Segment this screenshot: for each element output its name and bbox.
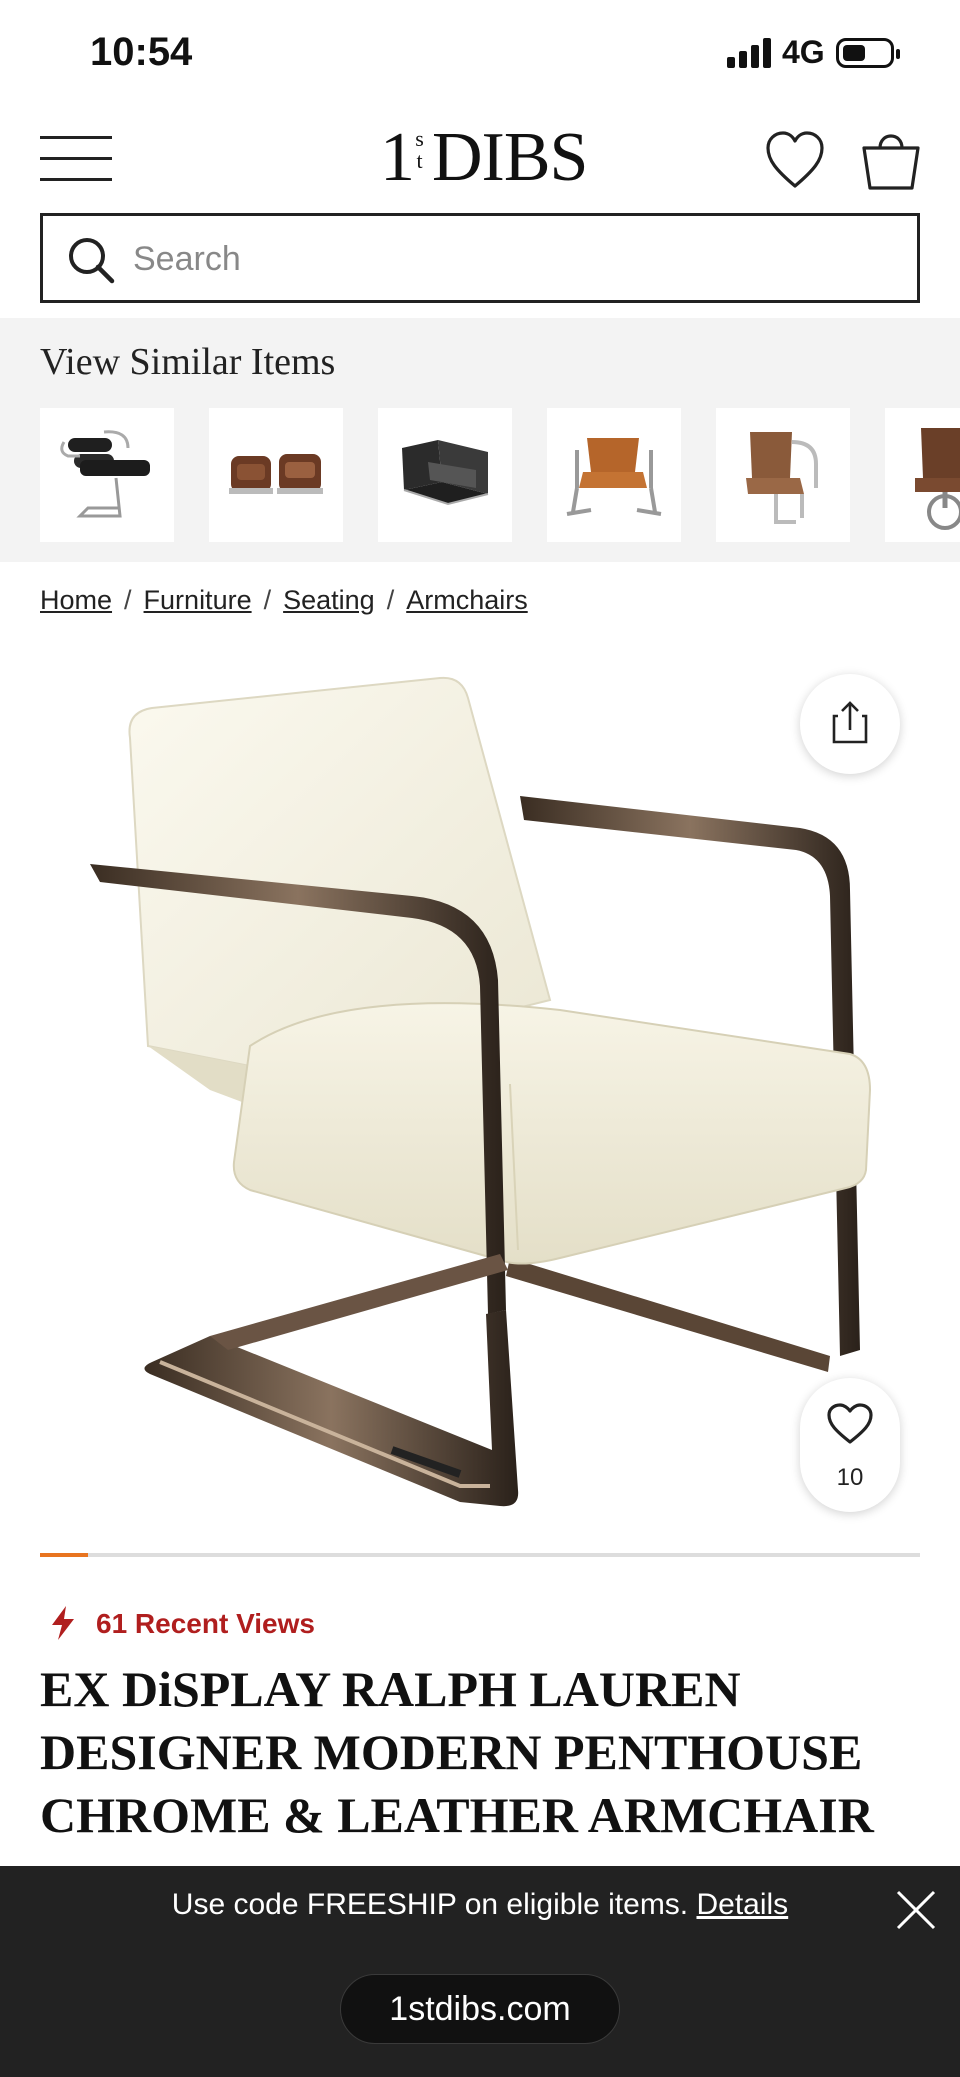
share-icon [832, 701, 868, 744]
signal-bars-icon [727, 38, 775, 68]
recent-views-text: 61 Recent Views [96, 1608, 315, 1639]
breadcrumb-armchairs[interactable]: Armchairs [406, 585, 528, 615]
share-button[interactable] [800, 674, 900, 774]
image-carousel-progress [40, 1553, 920, 1557]
breadcrumb-home[interactable]: Home [40, 585, 112, 615]
status-time: 10:54 [90, 30, 193, 74]
promo-text: Use code FREESHIP on eligible items. Det… [0, 1888, 960, 1922]
hamburger-menu-icon[interactable] [40, 134, 112, 184]
favorite-count: 10 [836, 1464, 864, 1491]
lightning-bolt-icon [52, 1606, 74, 1640]
similar-item-thumbnail[interactable] [40, 408, 174, 542]
promo-banner: Use code FREESHIP on eligible items. Det… [0, 1866, 960, 2077]
site-logo[interactable]: 1 s t DIBS [380, 118, 588, 198]
logo-superscript: s t [415, 126, 424, 173]
breadcrumb: Home / Furniture / Seating / Armchairs [40, 585, 528, 625]
search-icon [67, 236, 115, 284]
shopping-bag-icon[interactable] [860, 126, 922, 192]
search-input[interactable] [133, 226, 893, 292]
browser-url-pill[interactable]: 1stdibs.com [340, 1974, 620, 2044]
similar-items-title: View Similar Items [40, 341, 336, 383]
network-label: 4G [782, 34, 825, 70]
logo-wordmark: DIBS [432, 119, 588, 196]
app-header: 1 s t DIBS [0, 110, 960, 210]
promo-details-link[interactable]: Details [696, 1888, 788, 1921]
promo-message: Use code FREESHIP on eligible items. [171, 1888, 689, 1921]
product-image[interactable] [40, 650, 920, 1520]
battery-icon [836, 38, 900, 68]
heart-outline-icon [827, 1403, 873, 1444]
product-title: EX DiSPLAY RALPH LAUREN DESIGNER MODERN … [40, 1661, 874, 1843]
breadcrumb-seating[interactable]: Seating [283, 585, 375, 615]
search-bar[interactable] [40, 213, 920, 303]
similar-items-section: View Similar Items [0, 318, 960, 562]
breadcrumb-separator: / [124, 585, 132, 615]
similar-item-thumbnail[interactable] [716, 408, 850, 542]
status-bar: 10:54 4G [0, 0, 960, 110]
similar-item-thumbnail[interactable] [547, 408, 681, 542]
breadcrumb-separator: / [386, 585, 395, 615]
breadcrumb-separator: / [263, 585, 272, 615]
favorites-heart-icon[interactable] [764, 130, 826, 192]
favorite-button[interactable]: 10 [800, 1378, 900, 1512]
similar-item-thumbnail[interactable] [378, 408, 512, 542]
close-icon[interactable] [894, 1888, 938, 1932]
similar-item-thumbnail[interactable] [209, 408, 343, 542]
similar-item-thumbnail[interactable] [885, 408, 960, 542]
image-carousel-progress-fill [40, 1553, 89, 1557]
breadcrumb-furniture[interactable]: Furniture [144, 585, 252, 615]
